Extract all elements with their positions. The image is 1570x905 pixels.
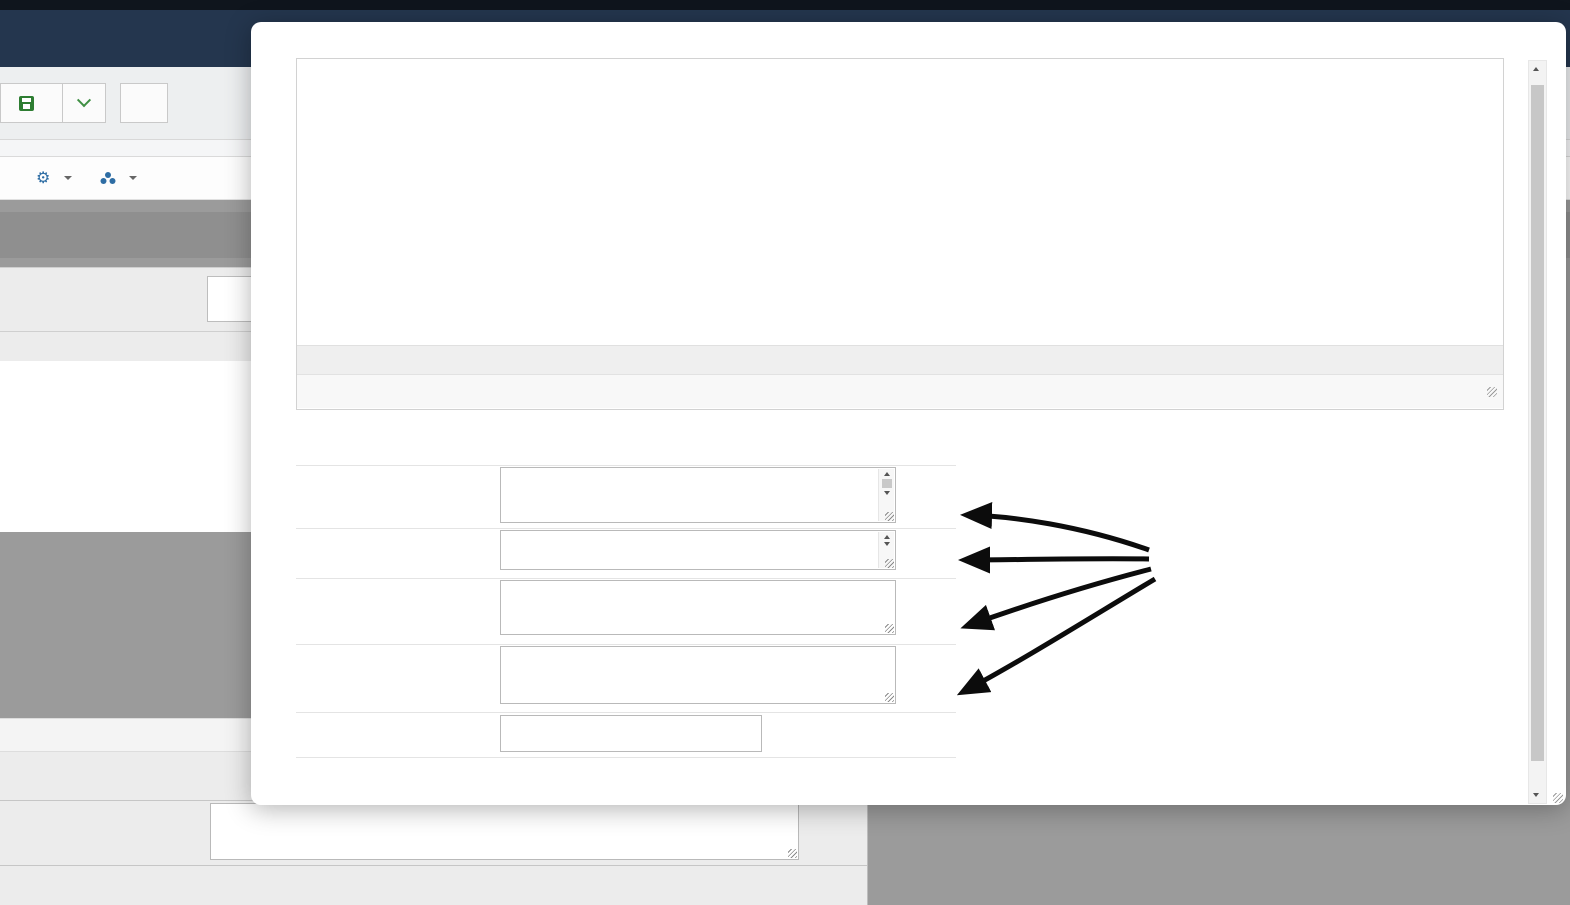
canonical-url-input[interactable] [500,715,762,752]
bg-keywords-row [0,865,867,905]
editor-content-area[interactable] [297,195,1503,345]
editor-resize-icon[interactable] [1487,386,1497,397]
jce-editor [296,58,1504,410]
scroll-down-icon[interactable] [883,542,890,546]
keywords-textarea[interactable] [500,530,896,570]
menu-item-products[interactable] [100,171,138,185]
bg-meta-desc-label [0,801,203,866]
keywords-label [296,529,500,578]
editor-statusbar [297,374,1503,408]
scroll-down-icon[interactable] [883,491,890,495]
wrench-icon: ⚙ [36,170,51,187]
resize-handle-icon[interactable] [788,849,797,858]
scroll-up-icon[interactable] [883,472,890,476]
scroll-up-icon[interactable] [1533,67,1539,71]
save-button[interactable] [0,83,63,123]
resize-handle-icon[interactable] [885,693,894,702]
scroll-thumb[interactable] [881,479,892,488]
jce-editor-modal [251,22,1566,805]
scroll-down-icon[interactable] [1533,793,1539,797]
page-title-textarea[interactable] [500,580,896,635]
browser-top-strip [0,0,1570,10]
scroll-up-icon[interactable] [883,535,890,539]
canonical-url-label [296,713,500,757]
editor-powered-bar [297,345,1503,374]
cancel-button[interactable] [120,83,168,123]
bg-keywords-label [0,866,203,905]
modal-scrollbar[interactable] [1528,60,1547,804]
bg-meta-desc-textarea[interactable] [210,803,799,860]
resize-handle-icon[interactable] [885,624,894,633]
editor-toolbar-row3 [297,127,1503,161]
caret-down-icon [64,176,73,180]
resize-handle-icon[interactable] [885,512,894,521]
meta-description-textarea[interactable] [500,467,896,523]
alias-textarea[interactable] [500,646,896,704]
editor-toolbar-row2 [297,93,1503,127]
alias-label [296,645,500,712]
scroll-thumb[interactable] [1531,85,1544,761]
page-title-label [296,579,500,644]
chevron-down-icon [76,93,92,108]
caret-down-icon [129,176,138,180]
products-icon [100,171,115,185]
editor-toolbar-row4 [297,161,1503,195]
meta-description-label [296,466,500,528]
menu-item-system[interactable]: ⚙ [36,168,73,188]
resize-handle-icon[interactable] [885,559,894,568]
editor-toolbar-row1 [297,59,1503,93]
save-dropdown-button[interactable] [63,83,106,123]
modal-resize-icon[interactable] [1553,793,1563,803]
save-icon [19,95,34,111]
